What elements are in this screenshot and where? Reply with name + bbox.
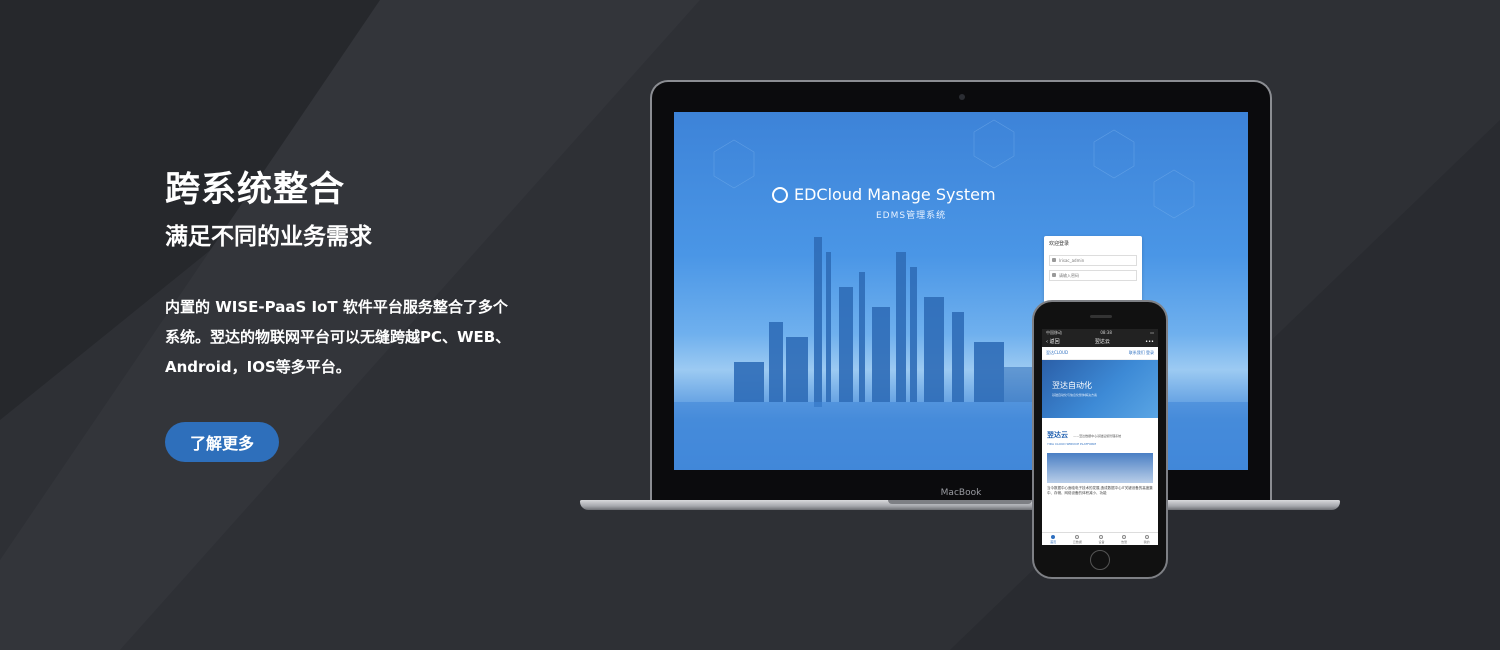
phone-home-button [1090,550,1110,570]
tab-device[interactable]: 设备 [1098,534,1105,544]
app-banner: 翌达自动化 基础自动化与信息化整体解决方案 [1042,360,1158,418]
hero-description: 内置的 WISE-PaaS IoT 软件平台服务整合了多个系统。翌达的物联网平台… [165,298,511,376]
cloud-icon [1075,534,1080,539]
nav-title: 翌达云 [1094,339,1110,345]
login-card: 欢迎登录 lrisac_admin 请输入密码 [1044,236,1142,304]
tab-home-label: 首页 [1050,539,1057,544]
banner-subtitle: 基础自动化与信息化整体解决方案 [1052,393,1098,397]
tab-device-label: 设备 [1098,539,1105,544]
tab-home[interactable]: 首页 [1050,534,1057,544]
phone-screen: 中国移动 08:38 ▭ ‹ 返回 翌达云 ••• 翌达CLOUD 联系我们 登… [1042,329,1158,545]
nav-more-button[interactable]: ••• [1145,339,1154,345]
password-field[interactable]: 请输入密码 [1049,270,1137,281]
app-body-text: 当今数据中心面临电子技术的发展,造成数据中心IT关键设备的高度集中、存储、网络设… [1047,486,1153,495]
battery-icon: ▭ [1150,330,1154,335]
login-title: 欢迎登录 [1049,241,1070,247]
laptop-mockup: EDCloud Manage System EDMS管理系统 欢迎登录 lris… [650,80,1272,505]
phone-tab-bar: 首页 云数据 设备 告警 我的 [1042,532,1158,545]
hero-text-block: 跨系统整合 满足不同的业务需求 内置的 WISE-PaaS IoT 软件平台服务… [165,168,545,382]
phone-status-bar: 中国移动 08:38 ▭ [1042,329,1158,336]
section-english: YIDA CLOUD SERVICE PLATFORM [1047,442,1097,446]
laptop-camera [959,94,965,100]
status-time: 08:38 [1100,330,1112,335]
edms-app-subtitle: EDMS管理系统 [876,211,947,221]
home-icon [1051,534,1056,539]
tab-cloud-data-label: 云数据 [1072,539,1082,544]
username-field[interactable]: lrisac_admin [1049,255,1137,266]
laptop-notch [888,500,1032,504]
login-button[interactable]: 登录 [1146,350,1154,355]
hero-subtitle: 满足不同的业务需求 [165,224,372,250]
banner-title: 翌达自动化 [1052,381,1092,390]
device-icon [1099,534,1104,539]
edms-app-name: EDCloud Manage System [794,185,996,204]
tab-profile-label: 我的 [1143,539,1150,544]
nav-back-button[interactable]: ‹ 返回 [1046,338,1060,345]
status-carrier: 中国移动 [1046,330,1062,335]
tab-alarm-label: 告警 [1121,539,1128,544]
tab-profile[interactable]: 我的 [1143,534,1150,544]
app-logo: 翌达CLOUD [1046,350,1069,355]
contact-button[interactable]: 联系我们 [1129,350,1145,355]
laptop-brand-label: MacBook [940,488,982,498]
tab-alarm[interactable]: 告警 [1121,534,1128,544]
hero-title: 跨系统整合 [165,170,346,210]
bell-icon [1122,534,1127,539]
phone-nav-bar: ‹ 返回 翌达云 ••• [1042,336,1158,347]
user-icon [1144,534,1149,539]
phone-mockup: 中国移动 08:38 ▭ ‹ 返回 翌达云 ••• 翌达CLOUD 联系我们 登… [1032,300,1168,579]
edms-logo: EDCloud Manage System [772,185,996,204]
nav-back-label: 返回 [1049,339,1060,345]
section-subtitle: ——翌达数据中心基础设施管理系统 [1073,434,1122,438]
edcloud-logo-icon [772,186,788,203]
tab-cloud-data[interactable]: 云数据 [1072,534,1082,544]
section-title: 翌达云 [1047,431,1068,439]
app-header: 翌达CLOUD 联系我们 登录 [1042,347,1158,360]
phone-speaker [1090,315,1112,318]
learn-more-button[interactable]: 了解更多 [165,422,279,462]
app-section: 翌达云 ——翌达数据中心基础设施管理系统 YIDA CLOUD SERVICE … [1042,418,1158,450]
control-room-image [1047,453,1153,483]
